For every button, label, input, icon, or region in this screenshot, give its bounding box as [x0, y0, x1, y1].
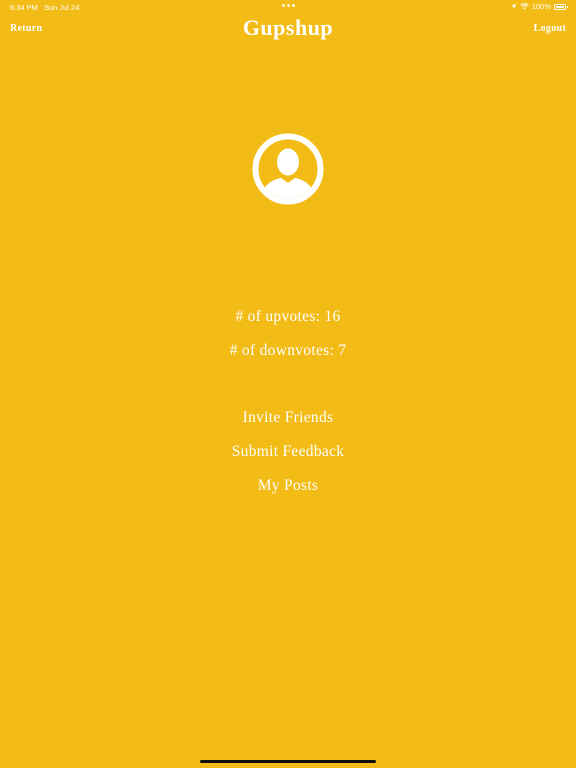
home-indicator[interactable] — [200, 760, 376, 763]
submit-feedback-button[interactable]: Submit Feedback — [0, 443, 576, 461]
my-posts-button[interactable]: My Posts — [0, 477, 576, 495]
wifi-icon — [520, 3, 529, 10]
status-time-date: 6:34 PM Sun Jul 24 — [10, 3, 79, 12]
multitasking-dots-icon[interactable] — [282, 4, 295, 7]
status-indicators: 100% — [510, 2, 568, 11]
battery-icon — [554, 3, 568, 10]
logout-button[interactable]: Logout — [534, 23, 566, 34]
invite-friends-button[interactable]: Invite Friends — [0, 409, 576, 427]
app-title: Gupshup — [242, 15, 334, 40]
status-date: Sun Jul 24 — [43, 3, 80, 12]
downvotes-count: # of downvotes: 7 — [229, 342, 347, 359]
battery-percent: 100% — [531, 2, 551, 11]
navigation-bar: Return Gupshup Logout — [0, 14, 576, 48]
status-bar: 6:34 PM Sun Jul 24 100% — [0, 0, 576, 14]
location-icon — [510, 3, 517, 10]
user-avatar-icon — [252, 133, 324, 205]
status-time: 6:34 PM — [10, 3, 38, 12]
upvotes-count: # of upvotes: 16 — [235, 308, 341, 325]
